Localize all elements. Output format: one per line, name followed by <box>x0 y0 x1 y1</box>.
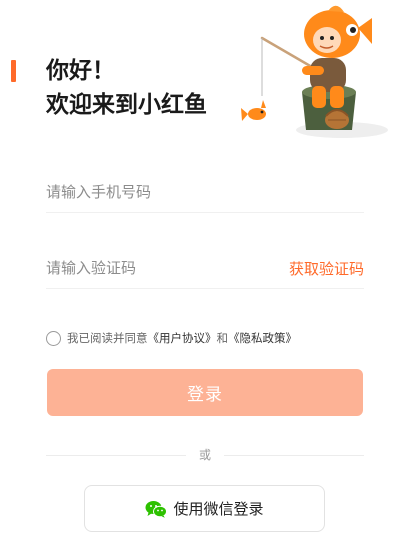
agreement-checkbox[interactable] <box>46 330 61 346</box>
user-agreement-link[interactable]: 《用户协议》 <box>148 330 217 346</box>
agreement-connector: 和 <box>216 331 229 345</box>
wechat-login-button[interactable]: 使用微信登录 <box>84 485 325 532</box>
greeting-title: 你好！ 欢迎来到小红鱼 <box>46 54 207 122</box>
get-code-button[interactable]: 获取验证码 <box>289 258 364 279</box>
agreement-prefix: 我已阅读并同意 <box>67 331 148 345</box>
agreement-row: 我已阅读并同意 《用户协议》 和 《隐私政策》 <box>46 330 297 346</box>
divider-line-right <box>224 455 364 456</box>
login-button[interactable]: 登录 <box>47 369 363 416</box>
greeting-line-hello: 你好！ <box>46 58 115 84</box>
divider-line-left <box>46 455 186 456</box>
phone-input[interactable] <box>46 183 246 201</box>
or-divider-label: 或 <box>198 448 211 462</box>
greeting-line-welcome: 欢迎来到小红鱼 <box>46 92 207 118</box>
verification-code-input[interactable] <box>46 259 246 277</box>
code-field-row: 获取验证码 <box>46 248 364 289</box>
wechat-icon <box>145 500 168 518</box>
fishing-fish-mascot-icon <box>241 5 388 138</box>
title-accent-bar <box>11 60 16 82</box>
wechat-login-label: 使用微信登录 <box>173 500 264 518</box>
phone-field-row <box>46 172 364 213</box>
privacy-policy-link[interactable]: 《隐私政策》 <box>228 330 297 346</box>
